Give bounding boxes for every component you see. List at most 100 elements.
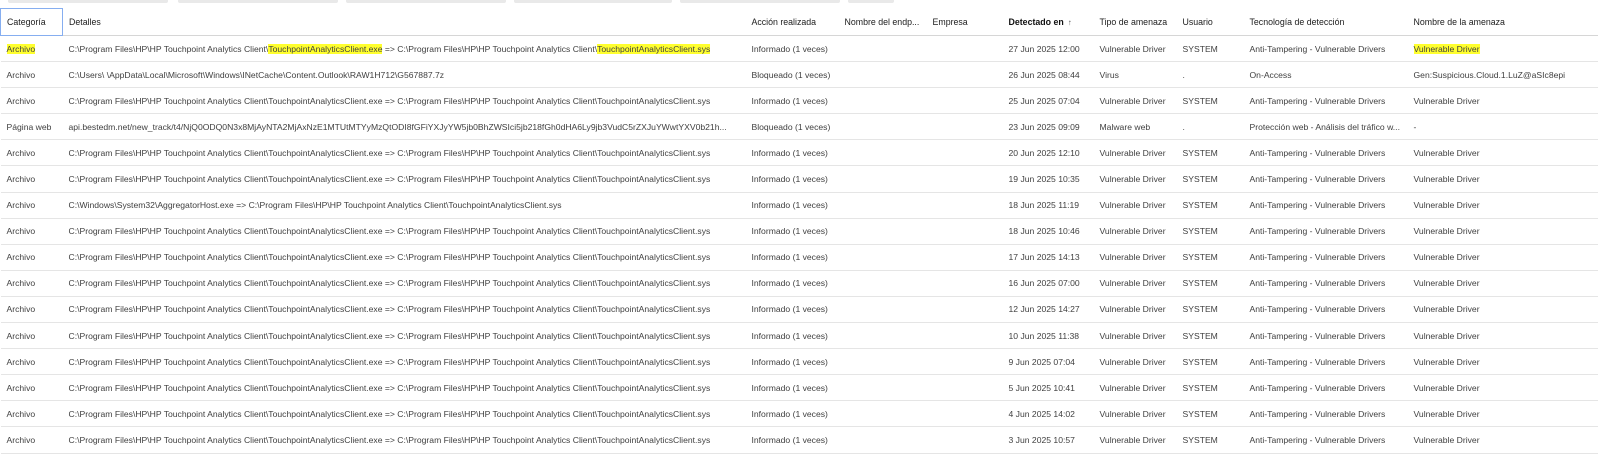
cell-empresa: [926, 348, 1003, 376]
toolbar-segment: [514, 0, 672, 3]
column-header-empresa[interactable]: Empresa: [926, 8, 1003, 36]
cell-text: Vulnerable Driver: [1099, 252, 1166, 263]
cell-text: Vulnerable Driver: [1413, 408, 1480, 419]
cell-detalles[interactable]: C:\Users\ \AppData\Local\Microsoft\Windo…: [62, 61, 746, 89]
table-row[interactable]: Archivo C:\Program Files\HP\HP Touchpoint…: [0, 426, 1598, 454]
cell-detalles[interactable]: C:\Program Files\HP\HP Touchpoint Analyt…: [62, 35, 746, 63]
cell-detalles[interactable]: C:\Program Files\HP\HP Touchpoint Analyt…: [62, 244, 746, 271]
cell-usuario: SYSTEM: [1176, 139, 1244, 167]
cell-text: 20 Jun 2025 12:10: [1008, 147, 1080, 158]
cell-text: 19 Jun 2025 10:35: [1008, 174, 1080, 185]
table-row[interactable]: Archivo C:\Program Files\HP\HP Touchpoint…: [0, 165, 1598, 193]
cell-text: Archivo: [6, 356, 36, 367]
cell-endpoint: [838, 165, 927, 193]
table-row[interactable]: Archivo C:\Program Files\HP\HP Touchpoint…: [0, 218, 1598, 245]
cell-accion: Informado (1 veces): [745, 139, 839, 167]
cell-text: 23 Jun 2025 09:09: [1008, 121, 1080, 132]
cell-accion: Informado (1 veces): [745, 322, 839, 350]
cell-detalles[interactable]: C:\Program Files\HP\HP Touchpoint Analyt…: [62, 296, 746, 324]
cell-detalles[interactable]: C:\Windows\System32\AggregatorHost.exe =…: [62, 192, 746, 219]
cell-detectado: 19 Jun 2025 10:35: [1002, 165, 1094, 193]
cell-detalles[interactable]: C:\Program Files\HP\HP Touchpoint Analyt…: [62, 348, 746, 376]
cell-amenaza: Vulnerable Driver: [1407, 139, 1598, 167]
cell-detalles[interactable]: C:\Program Files\HP\HP Touchpoint Analyt…: [62, 87, 746, 115]
cell-accion: Informado (1 veces): [745, 87, 839, 115]
cell-text: C:\Program Files\HP\HP Touchpoint Analyt…: [68, 356, 711, 367]
cell-detalles[interactable]: C:\Program Files\HP\HP Touchpoint Analyt…: [62, 426, 746, 454]
cell-text: Vulnerable Driver: [1099, 408, 1166, 419]
cell-amenaza: Vulnerable Driver: [1407, 218, 1598, 245]
cell-detalles[interactable]: C:\Program Files\HP\HP Touchpoint Analyt…: [62, 322, 746, 350]
cell-text: Vulnerable Driver: [1413, 356, 1480, 367]
cell-text: Vulnerable Driver: [1099, 43, 1166, 54]
table-row[interactable]: Archivo C:\Users\ \AppData\Local\Microsof…: [0, 61, 1598, 89]
column-header-accion[interactable]: Acción realizada: [745, 8, 839, 36]
table-row[interactable]: Archivo C:\Program Files\HP\HP Touchpoint…: [0, 400, 1598, 428]
cell-text: Vulnerable Driver: [1413, 43, 1480, 54]
cell-text: Archivo: [6, 408, 36, 419]
column-header-label: Nombre del endp...: [844, 16, 920, 27]
cell-detectado: 27 Jun 2025 12:00: [1002, 35, 1094, 63]
column-header-usuario[interactable]: Usuario: [1176, 8, 1244, 36]
cell-text: Informado (1 veces): [751, 226, 828, 237]
cell-text: C:\Program Files\HP\HP Touchpoint Analyt…: [68, 226, 711, 237]
table-row[interactable]: Archivo C:\Program Files\HP\HP Touchpoint…: [0, 35, 1598, 63]
column-header-endpoint[interactable]: Nombre del endp...: [838, 8, 927, 36]
cell-detalles[interactable]: C:\Program Files\HP\HP Touchpoint Analyt…: [62, 374, 746, 402]
cell-detalles[interactable]: C:\Program Files\HP\HP Touchpoint Analyt…: [62, 165, 746, 193]
cell-accion: Bloqueado (1 veces): [745, 61, 839, 89]
cell-empresa: [926, 244, 1003, 271]
cell-text: SYSTEM: [1182, 304, 1218, 315]
table-row[interactable]: Archivo C:\Program Files\HP\HP Touchpoint…: [0, 374, 1598, 402]
cell-text: Anti-Tampering - Vulnerable Drivers: [1249, 382, 1386, 393]
cell-text: 18 Jun 2025 10:46: [1008, 226, 1080, 237]
cell-tecnologia: Anti-Tampering - Vulnerable Drivers: [1243, 165, 1408, 193]
column-header-detalles[interactable]: Detalles: [62, 8, 746, 36]
cell-detalles[interactable]: C:\Program Files\HP\HP Touchpoint Analyt…: [62, 218, 746, 245]
cell-amenaza: Vulnerable Driver: [1407, 165, 1598, 193]
table-row[interactable]: Archivo C:\Program Files\HP\HP Touchpoint…: [0, 87, 1598, 115]
column-header-tecnologia[interactable]: Tecnología de detección: [1243, 8, 1408, 36]
cell-detalles[interactable]: C:\Program Files\HP\HP Touchpoint Analyt…: [62, 270, 746, 297]
cell-tecnologia: Anti-Tampering - Vulnerable Drivers: [1243, 244, 1408, 271]
cell-text: SYSTEM: [1182, 434, 1218, 445]
cell-text: Anti-Tampering - Vulnerable Drivers: [1249, 95, 1386, 106]
cell-detalles[interactable]: C:\Program Files\HP\HP Touchpoint Analyt…: [62, 139, 746, 167]
table-row[interactable]: Archivo C:\Program Files\HP\HP Touchpoint…: [0, 270, 1598, 297]
table-row[interactable]: Archivo C:\Program Files\HP\HP Touchpoint…: [0, 348, 1598, 376]
cell-detalles[interactable]: api.bestedm.net/new_track/t4/NjQ0ODQ0N3x…: [62, 113, 746, 141]
cell-empresa: [926, 426, 1003, 454]
cell-text: Informado (1 veces): [751, 408, 828, 419]
cell-text: C:\Program Files\HP\HP Touchpoint Analyt…: [68, 174, 711, 185]
table-row[interactable]: Página web api.bestedm.net/new_track/t4/N…: [0, 113, 1598, 141]
sort-ascending-icon[interactable]: ↑: [1064, 18, 1072, 27]
table-row[interactable]: Archivo C:\Program Files\HP\HP Touchpoint…: [0, 139, 1598, 167]
cell-tecnologia: Anti-Tampering - Vulnerable Drivers: [1243, 296, 1408, 324]
cell-text: C:\Program Files\HP\HP Touchpoint Analyt…: [68, 95, 711, 106]
cell-detalles[interactable]: C:\Program Files\HP\HP Touchpoint Analyt…: [62, 400, 746, 428]
cell-text: Informado (1 veces): [751, 200, 828, 211]
cell-amenaza: Vulnerable Driver: [1407, 374, 1598, 402]
column-header-amenaza[interactable]: Nombre de la amenaza: [1407, 8, 1598, 36]
cell-empresa: [926, 113, 1003, 141]
cell-text: C:\Program Files\HP\HP Touchpoint Analyt…: [68, 382, 711, 393]
table-row[interactable]: Archivo C:\Program Files\HP\HP Touchpoint…: [0, 322, 1598, 350]
table-row[interactable]: Archivo C:\Program Files\HP\HP Touchpoint…: [0, 244, 1598, 271]
cell-endpoint: [838, 113, 927, 141]
cell-empresa: [926, 218, 1003, 245]
cell-text: api.bestedm.net/new_track/t4/NjQ0ODQ0N3x…: [68, 121, 727, 132]
column-header-detectado[interactable]: Detectado en ↑: [1002, 8, 1094, 36]
cell-text: Anti-Tampering - Vulnerable Drivers: [1249, 434, 1386, 445]
column-header-categoria[interactable]: Categoría: [0, 8, 63, 36]
cell-text: Archivo: [6, 226, 36, 237]
toolbar-segment: [346, 0, 506, 3]
cell-text: .: [1182, 121, 1185, 132]
cell-usuario: SYSTEM: [1176, 374, 1244, 402]
cell-empresa: [926, 374, 1003, 402]
table-row[interactable]: Archivo C:\Program Files\HP\HP Touchpoint…: [0, 296, 1598, 324]
cell-amenaza: Vulnerable Driver: [1407, 400, 1598, 428]
table-row[interactable]: Archivo C:\Windows\System32\AggregatorHos…: [0, 192, 1598, 219]
column-header-tipo[interactable]: Tipo de amenaza: [1093, 8, 1177, 36]
cell-text: Vulnerable Driver: [1413, 95, 1480, 106]
cell-empresa: [926, 400, 1003, 428]
